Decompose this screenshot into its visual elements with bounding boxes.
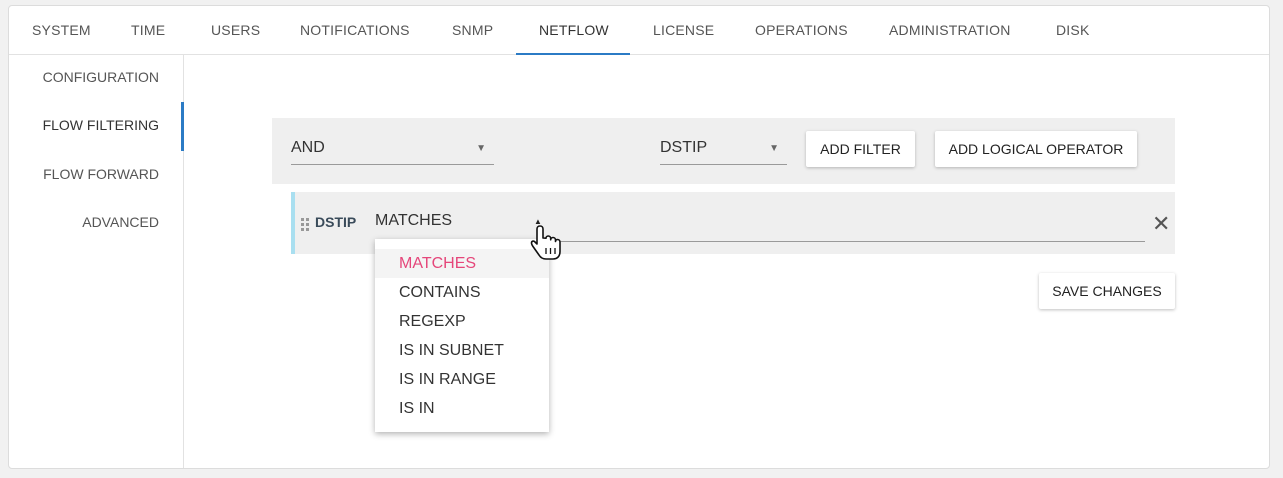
rule-operator-select[interactable]: MATCHES — [375, 212, 452, 230]
logical-operator-value: AND — [291, 139, 325, 156]
tab-users[interactable]: USERS — [211, 6, 260, 55]
caret-down-icon: ▼ — [769, 143, 779, 154]
sidebar-active-indicator — [181, 102, 184, 151]
add-logical-operator-button[interactable]: ADD LOGICAL OPERATOR — [935, 131, 1137, 167]
dropdown-option-matches[interactable]: MATCHES — [375, 249, 549, 278]
tab-operations[interactable]: OPERATIONS — [755, 6, 848, 55]
sidebar-item-advanced[interactable]: ADVANCED — [82, 214, 159, 230]
top-tab-bar: SYSTEM TIME USERS NOTIFICATIONS SNMP NET… — [9, 6, 1269, 55]
sidebar-item-flow-forward[interactable]: FLOW FORWARD — [43, 166, 159, 182]
dropdown-option-is-in-subnet[interactable]: IS IN SUBNET — [375, 336, 549, 365]
settings-card: SYSTEM TIME USERS NOTIFICATIONS SNMP NET… — [8, 5, 1270, 469]
filter-toolbar: AND ▼ DSTIP ▼ ADD FILTER ADD LOGICAL OPE… — [272, 118, 1175, 184]
operator-dropdown-menu: MATCHES CONTAINS REGEXP IS IN SUBNET IS … — [375, 239, 549, 432]
sidebar: CONFIGURATION FLOW FILTERING FLOW FORWAR… — [9, 55, 184, 468]
tab-license[interactable]: LICENSE — [653, 6, 714, 55]
dropdown-option-is-in-range[interactable]: IS IN RANGE — [375, 365, 549, 394]
field-select-value: DSTIP — [660, 139, 708, 156]
hand-pointer-cursor-icon — [530, 225, 561, 260]
tab-snmp[interactable]: SNMP — [452, 6, 493, 55]
drag-handle-icon[interactable] — [301, 218, 309, 231]
tab-disk[interactable]: DISK — [1056, 6, 1089, 55]
sidebar-item-flow-filtering[interactable]: FLOW FILTERING — [43, 117, 159, 133]
tab-notifications[interactable]: NOTIFICATIONS — [300, 6, 410, 55]
field-select[interactable]: DSTIP ▼ — [660, 135, 787, 165]
active-tab-indicator — [516, 53, 630, 55]
tab-time[interactable]: TIME — [131, 6, 165, 55]
dropdown-option-is-in[interactable]: IS IN — [375, 394, 549, 423]
dropdown-option-regexp[interactable]: REGEXP — [375, 307, 549, 336]
caret-down-icon: ▼ — [476, 143, 486, 154]
rule-value-input[interactable] — [555, 241, 1145, 242]
save-changes-button[interactable]: SAVE CHANGES — [1039, 273, 1175, 309]
close-icon[interactable]: ✕ — [1152, 213, 1170, 235]
sidebar-item-configuration[interactable]: CONFIGURATION — [43, 69, 159, 85]
rule-field-label: DSTIP — [315, 214, 357, 230]
tab-administration[interactable]: ADMINISTRATION — [889, 6, 1011, 55]
tab-netflow[interactable]: NETFLOW — [539, 6, 609, 55]
logical-operator-select[interactable]: AND ▼ — [291, 135, 494, 165]
tab-system[interactable]: SYSTEM — [32, 6, 91, 55]
add-filter-button[interactable]: ADD FILTER — [806, 131, 915, 167]
dropdown-option-contains[interactable]: CONTAINS — [375, 278, 549, 307]
